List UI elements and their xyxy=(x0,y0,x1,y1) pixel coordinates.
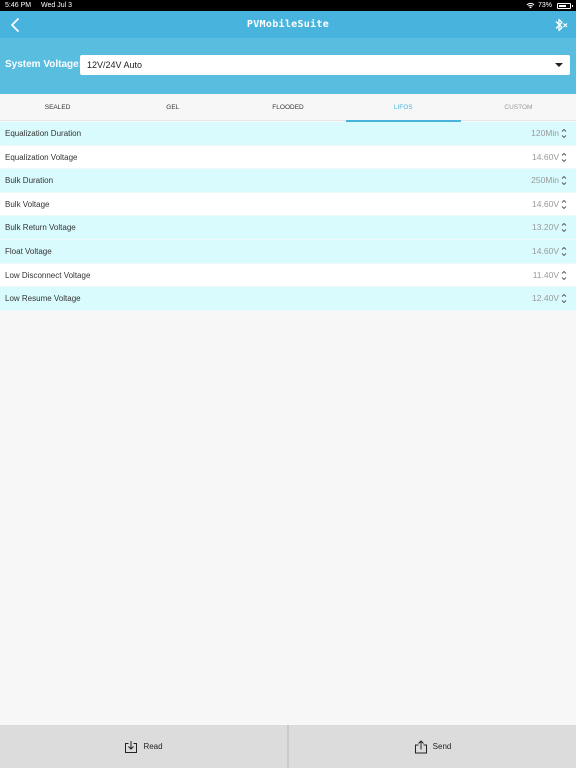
setting-label: Equalization Duration xyxy=(5,129,82,138)
tab-flooded[interactable]: FLOODED xyxy=(230,95,345,121)
status-bar: 5:46 PM Wed Jul 3 73% xyxy=(0,0,576,11)
bluetooth-disconnected-icon[interactable] xyxy=(550,15,570,35)
download-tray-icon xyxy=(125,740,138,753)
setting-row-low-resume-voltage[interactable]: Low Resume Voltage 12.40V xyxy=(0,287,576,311)
status-date: Wed Jul 3 xyxy=(41,2,73,9)
setting-value: 250Min xyxy=(531,175,559,186)
read-button[interactable]: Read xyxy=(0,725,287,768)
battery-icon xyxy=(557,2,573,9)
system-voltage-select[interactable]: 12V/24V Auto xyxy=(80,55,570,75)
setting-value: 11.40V xyxy=(532,269,559,280)
setting-label: Bulk Duration xyxy=(5,176,54,186)
setting-value: 14.60V xyxy=(532,198,559,209)
tab-lifos[interactable]: LIFOS xyxy=(345,95,462,122)
setting-row-equalization-duration[interactable]: Equalization Duration 120Min xyxy=(0,122,576,146)
settings-list: Equalization Duration 120Min Equalizatio… xyxy=(0,122,576,311)
stepper-icon[interactable] xyxy=(561,174,567,187)
setting-row-bulk-duration[interactable]: Bulk Duration 250Min xyxy=(0,169,576,193)
nav-bar: PVMobileSuite xyxy=(0,11,576,38)
upload-tray-icon xyxy=(414,739,427,753)
tab-sealed[interactable]: SEALED xyxy=(0,95,115,121)
system-voltage-panel: System Voltage: 12V/24V Auto xyxy=(0,38,576,94)
setting-label: Low Resume Voltage xyxy=(5,294,81,304)
wifi-icon xyxy=(526,2,535,9)
caret-down-icon xyxy=(555,63,563,67)
stepper-icon[interactable] xyxy=(561,151,567,164)
setting-row-bulk-return-voltage[interactable]: Bulk Return Voltage 13.20V xyxy=(0,216,576,240)
setting-label: Bulk Voltage xyxy=(5,199,50,209)
stepper-icon[interactable] xyxy=(561,245,567,258)
status-time: 5:46 PM xyxy=(5,2,32,9)
setting-label: Low Disconnect Voltage xyxy=(5,270,91,280)
system-voltage-value: 12V/24V Auto xyxy=(87,60,143,70)
send-button-label: Send xyxy=(432,742,452,751)
stepper-icon[interactable] xyxy=(561,198,567,211)
bottom-action-bar: Read Send xyxy=(0,725,576,768)
status-right: 73% xyxy=(526,0,573,11)
stepper-icon[interactable] xyxy=(561,292,567,305)
setting-row-bulk-voltage[interactable]: Bulk Voltage 14.60V xyxy=(0,192,576,217)
battery-percent: 73% xyxy=(537,2,552,9)
setting-value: 12.40V xyxy=(532,293,559,304)
battery-type-tabs: SEALED GEL FLOODED LIFOS CUSTOM xyxy=(0,95,576,122)
status-left: 5:46 PM Wed Jul 3 xyxy=(5,0,80,11)
send-button[interactable]: Send xyxy=(289,725,576,768)
setting-value: 120Min xyxy=(531,128,559,138)
read-button-label: Read xyxy=(143,742,163,751)
setting-row-equalization-voltage[interactable]: Equalization Voltage 14.60V xyxy=(0,145,576,170)
battery-fill xyxy=(559,4,566,7)
setting-row-float-voltage[interactable]: Float Voltage 14.60V xyxy=(0,239,576,264)
setting-row-low-disconnect-voltage[interactable]: Low Disconnect Voltage 11.40V xyxy=(0,263,576,288)
setting-label: Equalization Voltage xyxy=(5,152,78,162)
stepper-icon[interactable] xyxy=(561,269,567,282)
app-title: PVMobileSuite xyxy=(246,19,330,30)
stepper-icon[interactable] xyxy=(561,127,567,140)
system-voltage-label: System Voltage: xyxy=(5,59,83,70)
setting-value: 14.60V xyxy=(532,151,559,162)
tab-gel[interactable]: GEL xyxy=(115,95,230,121)
tab-custom[interactable]: CUSTOM xyxy=(461,95,576,121)
setting-value: 13.20V xyxy=(532,222,559,233)
stepper-icon[interactable] xyxy=(561,221,567,234)
setting-label: Float Voltage xyxy=(5,246,52,256)
setting-label: Bulk Return Voltage xyxy=(5,223,76,233)
setting-value: 14.60V xyxy=(532,245,559,256)
